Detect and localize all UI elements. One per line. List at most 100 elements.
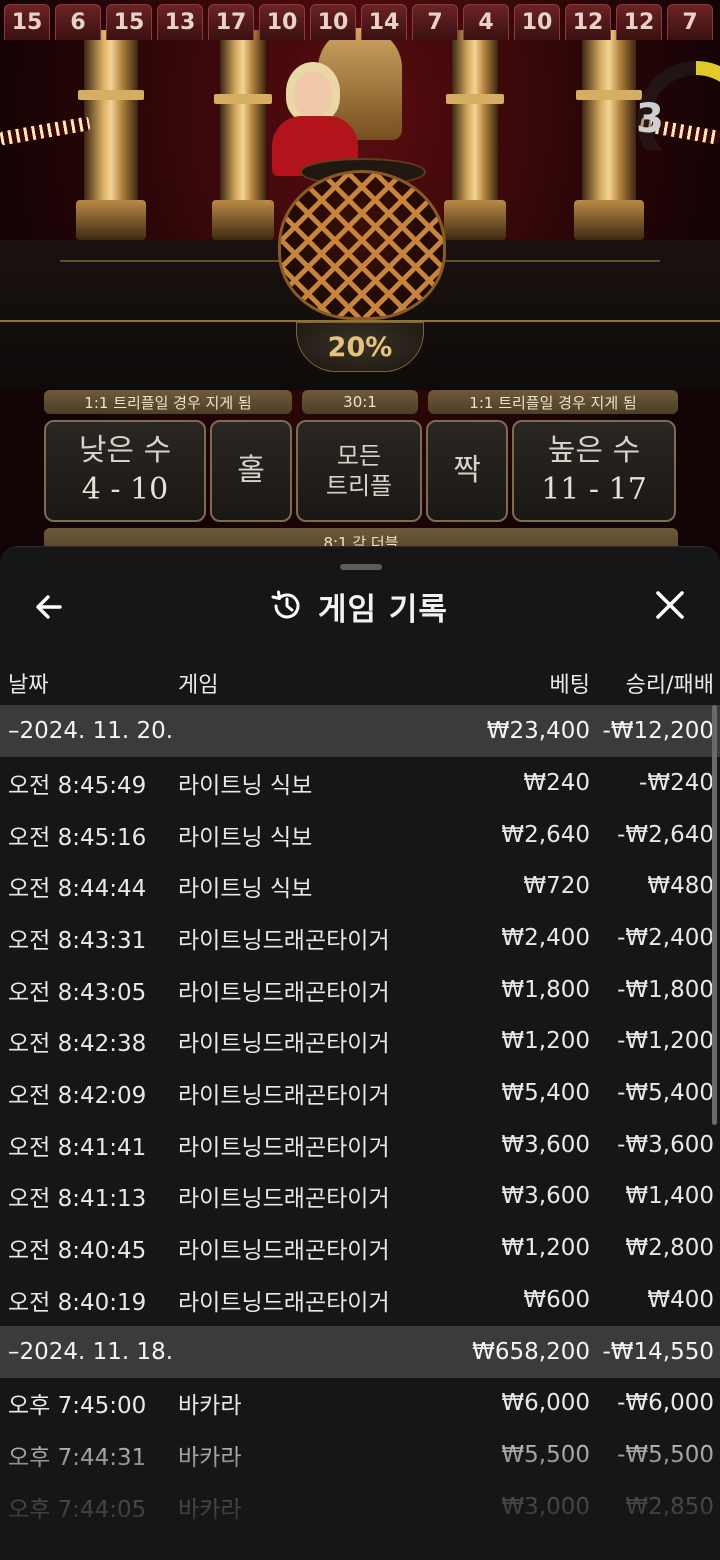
history-row[interactable]: 오전 8:43:05 라이트닝드래곤타이거 ₩1,800 -₩1,800 <box>0 964 720 1016</box>
column-date: 날짜 <box>8 673 49 698</box>
result-history-cell: 4 <box>463 4 509 40</box>
row-result: -₩2,640 <box>617 821 714 848</box>
sheet-drag-handle[interactable] <box>340 564 382 570</box>
history-row[interactable]: 오전 8:42:38 라이트닝드래곤타이거 ₩1,200 -₩1,200 <box>0 1015 720 1067</box>
back-button[interactable] <box>30 587 70 627</box>
bet-even-button[interactable]: 짝 <box>426 420 508 522</box>
close-button[interactable] <box>650 585 690 625</box>
history-row[interactable]: 오전 8:45:49 라이트닝 식보 ₩240 -₩240 <box>0 757 720 809</box>
result-history-cell: 12 <box>616 4 662 40</box>
row-bet: ₩1,200 <box>501 1235 590 1262</box>
history-row[interactable]: 오전 8:45:16 라이트닝 식보 ₩2,640 -₩2,640 <box>0 809 720 861</box>
row-game: 라이트닝드래곤타이거 <box>178 1082 390 1109</box>
result-history-cell: 17 <box>208 4 254 40</box>
row-result: -₩2,400 <box>617 924 714 951</box>
results-history-strip: 15 6 15 13 17 10 10 14 7 4 10 12 12 7 <box>4 4 713 40</box>
history-row[interactable]: 오전 8:40:19 라이트닝드래곤타이거 ₩600 ₩400 <box>0 1274 720 1326</box>
row-bet: ₩240 <box>523 769 590 796</box>
row-time: 오전 8:44:44 <box>8 876 147 903</box>
row-time: 오전 8:45:49 <box>8 772 147 799</box>
decorative-pillar <box>444 30 506 240</box>
row-result: -₩1,200 <box>617 1028 714 1055</box>
history-row[interactable]: 오후 7:44:05 바카라 ₩3,000 ₩2,850 <box>0 1481 720 1533</box>
close-icon <box>656 591 684 619</box>
row-bet: ₩2,640 <box>501 821 590 848</box>
decorative-pillar <box>212 30 274 240</box>
dice-shaker <box>278 170 446 320</box>
dealer <box>270 62 360 176</box>
bet-big-button[interactable]: 높은 수 11 - 17 <box>512 420 676 522</box>
row-result: ₩400 <box>647 1286 714 1313</box>
group-date: –2024. 11. 18. <box>8 1338 174 1365</box>
row-time: 오후 7:44:05 <box>8 1496 147 1523</box>
decorative-pillar <box>76 30 146 240</box>
history-row[interactable]: 오전 8:41:41 라이트닝드래곤타이거 ₩3,600 -₩3,600 <box>0 1119 720 1171</box>
history-table: –2024. 11. 20. ₩23,400 -₩12,200 오전 8:45:49 라… <box>0 705 720 1533</box>
row-bet: ₩3,600 <box>501 1131 590 1158</box>
row-result: ₩1,400 <box>625 1183 714 1210</box>
history-row[interactable]: 오후 7:44:31 바카라 ₩5,500 -₩5,500 <box>0 1429 720 1481</box>
row-result: ₩2,850 <box>625 1493 714 1520</box>
bet-any-triple-line1: 모든 <box>336 442 382 470</box>
sheet-title-group: 게임 기록 <box>270 583 448 629</box>
row-bet: ₩3,600 <box>501 1183 590 1210</box>
result-history-cell: 15 <box>4 4 50 40</box>
row-result: -₩5,500 <box>617 1442 714 1469</box>
bet-big-range: 11 - 17 <box>541 472 647 507</box>
group-bet-total: ₩658,200 <box>472 1338 590 1365</box>
row-time: 오전 8:45:16 <box>8 824 147 851</box>
live-game-video: 15 6 15 13 17 10 10 14 7 4 10 12 12 7 3 20% 1:1 트리플일 … <box>0 0 720 560</box>
row-game: 바카라 <box>178 1496 242 1523</box>
row-time: 오전 8:41:41 <box>8 1134 147 1161</box>
group-date: –2024. 11. 20. <box>8 718 174 744</box>
history-icon <box>271 590 300 619</box>
history-row[interactable]: 오전 8:44:44 라이트닝 식보 ₩720 ₩480 <box>0 860 720 912</box>
result-history-cell: 6 <box>55 4 101 40</box>
bet-any-triple-button[interactable]: 모든 트리플 <box>296 420 422 522</box>
history-row[interactable]: 오전 8:41:13 라이트닝드래곤타이거 ₩3,600 ₩1,400 <box>0 1171 720 1223</box>
row-game: 라이트닝드래곤타이거 <box>178 1289 390 1316</box>
row-result: ₩2,800 <box>625 1235 714 1262</box>
history-row[interactable]: 오후 7:45:00 바카라 ₩6,000 -₩6,000 <box>0 1378 720 1430</box>
row-result: -₩1,800 <box>617 976 714 1003</box>
row-time: 오전 8:42:09 <box>8 1082 147 1109</box>
row-time: 오전 8:43:31 <box>8 927 147 954</box>
result-history-cell: 13 <box>157 4 203 40</box>
odds-row: 1:1 트리플일 경우 지게 됨 30:1 1:1 트리플일 경우 지게 됨 <box>44 390 678 414</box>
row-game: 라이트닝드래곤타이거 <box>178 1238 390 1265</box>
bet-small-label: 낮은 수 <box>78 433 172 468</box>
bet-spots: 낮은 수 4 - 10 홀 모든 트리플 짝 높은 수 11 - 17 <box>44 420 678 522</box>
date-group-row[interactable]: –2024. 11. 18. ₩658,200 -₩14,550 <box>0 1325 720 1378</box>
light-strip <box>0 116 91 146</box>
row-result: -₩6,000 <box>617 1390 714 1417</box>
history-scrollbar[interactable] <box>712 705 717 1125</box>
row-time: 오후 7:45:00 <box>8 1393 147 1420</box>
bet-small-button[interactable]: 낮은 수 4 - 10 <box>44 420 206 522</box>
row-result: ₩480 <box>647 873 714 900</box>
row-game: 라이트닝 식보 <box>178 772 313 799</box>
result-history-cell: 14 <box>361 4 407 40</box>
bet-odd-button[interactable]: 홀 <box>210 420 292 522</box>
row-game: 라이트닝 식보 <box>178 824 313 851</box>
result-history-cell: 10 <box>259 4 305 40</box>
row-bet: ₩600 <box>523 1286 590 1313</box>
row-game: 라이트닝드래곤타이거 <box>178 927 390 954</box>
result-history-cell: 10 <box>514 4 560 40</box>
row-game: 라이트닝드래곤타이거 <box>178 1134 390 1161</box>
odds-small: 1:1 트리플일 경우 지게 됨 <box>44 390 292 414</box>
date-group-row[interactable]: –2024. 11. 20. ₩23,400 -₩12,200 <box>0 705 720 757</box>
group-win-total: -₩12,200 <box>602 718 714 744</box>
history-row[interactable]: 오전 8:43:31 라이트닝드래곤타이거 ₩2,400 -₩2,400 <box>0 912 720 964</box>
result-history-cell: 7 <box>412 4 458 40</box>
row-bet: ₩3,000 <box>501 1493 590 1520</box>
column-win-loss: 승리/패배 <box>625 673 714 698</box>
row-bet: ₩2,400 <box>501 924 590 951</box>
row-game: 라이트닝드래곤타이거 <box>178 1186 390 1213</box>
row-result: -₩3,600 <box>617 1131 714 1158</box>
bet-even-label: 짝 <box>453 453 481 488</box>
result-history-cell: 15 <box>106 4 152 40</box>
arrow-left-icon <box>36 595 62 619</box>
history-row[interactable]: 오전 8:40:45 라이트닝드래곤타이거 ₩1,200 ₩2,800 <box>0 1222 720 1274</box>
history-row[interactable]: 오전 8:42:09 라이트닝드래곤타이거 ₩5,400 -₩5,400 <box>0 1067 720 1119</box>
row-result: -₩240 <box>639 769 714 796</box>
